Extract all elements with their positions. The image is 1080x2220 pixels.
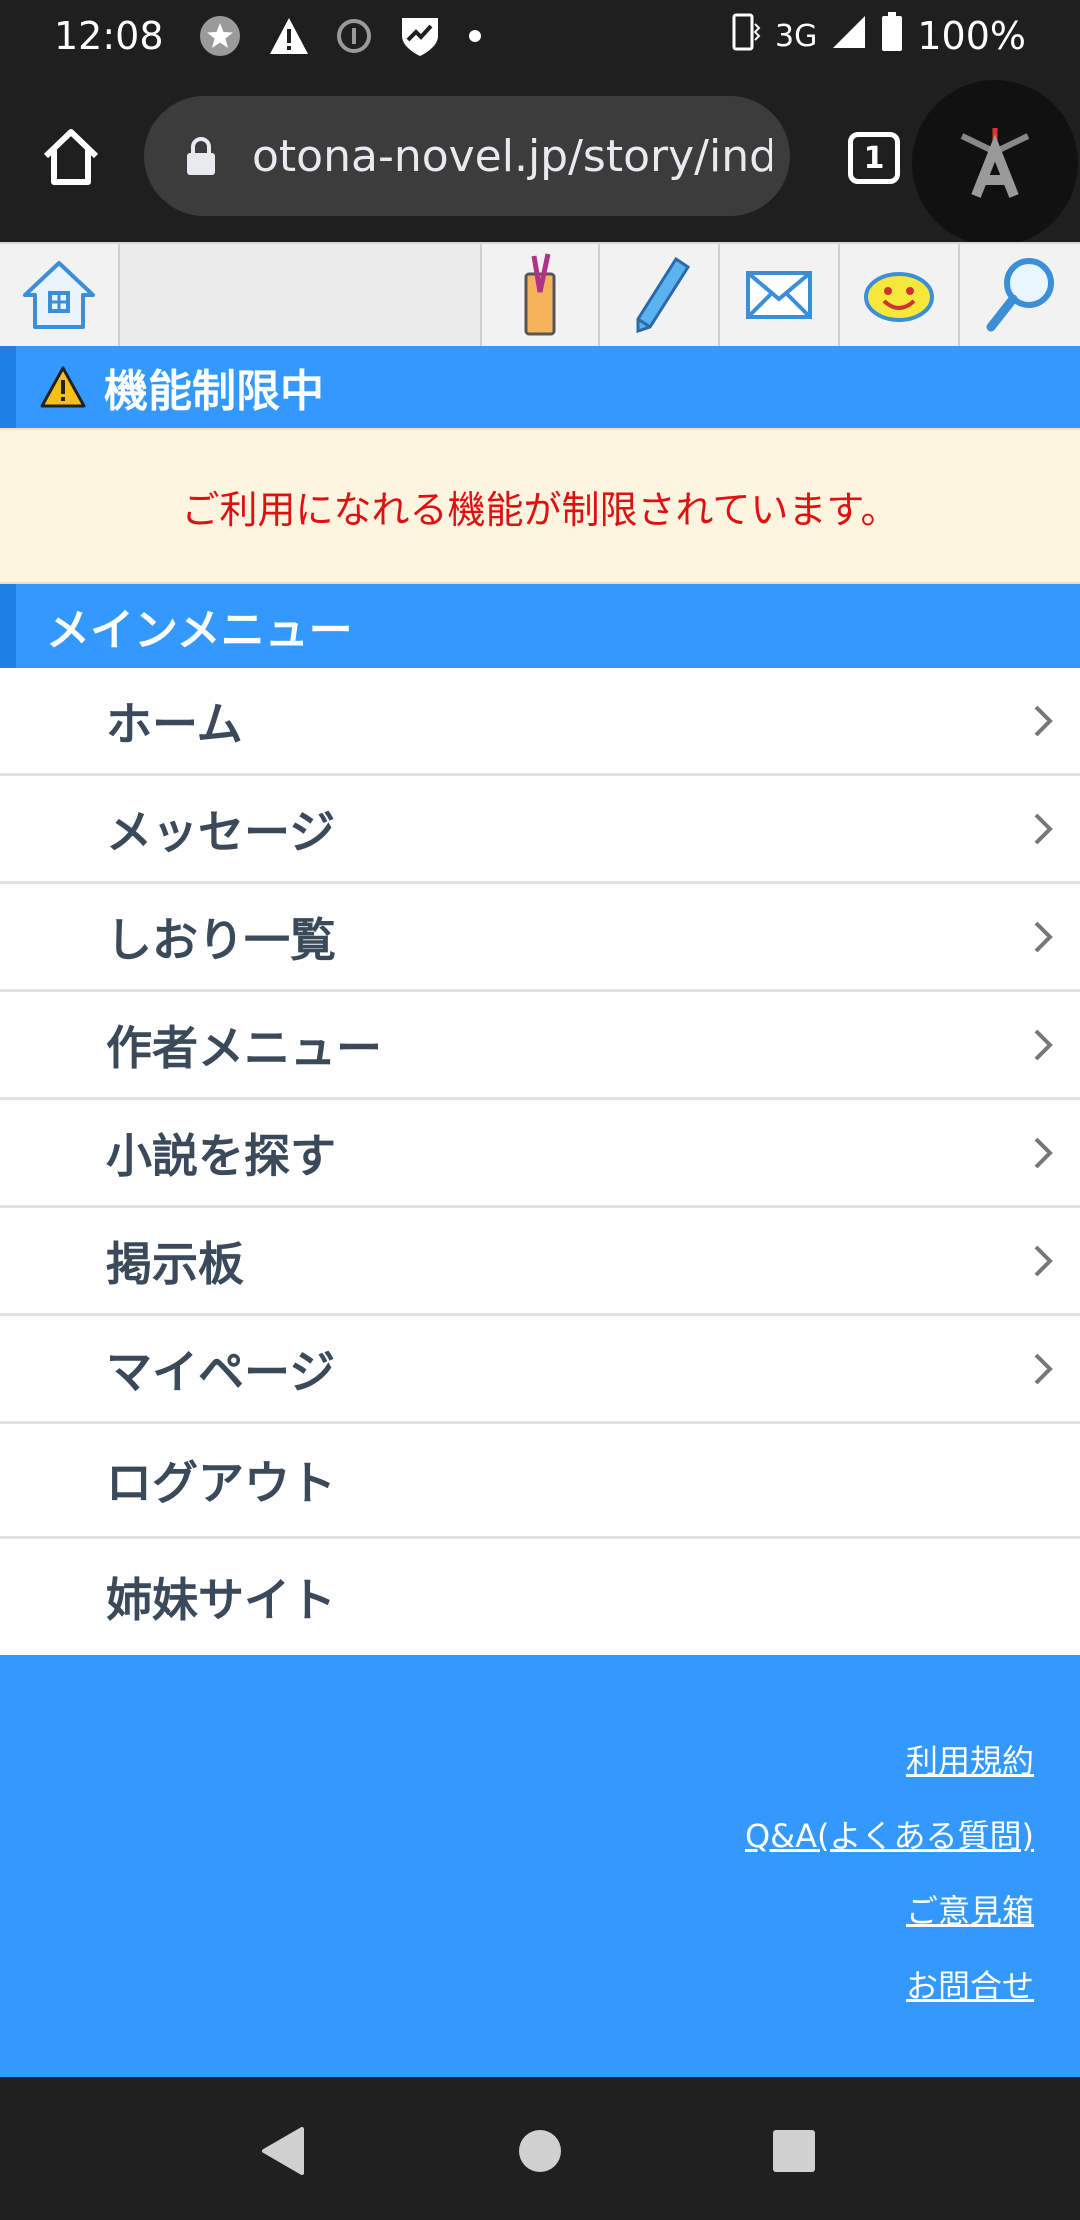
chevron-right-icon — [1032, 811, 1054, 847]
menu-item-label: 姉妹サイト — [106, 1572, 336, 1627]
network-type: 3G — [775, 18, 818, 54]
footer-link-feedback[interactable]: ご意見箱 — [906, 1889, 1034, 1964]
menu-item-find-novels[interactable]: 小説を探す — [0, 1100, 1080, 1208]
menu-item-label: 掲示板 — [106, 1236, 244, 1291]
chevron-right-icon — [1032, 1135, 1054, 1171]
bookmark-icon — [524, 253, 556, 336]
site-icon-toolbar — [0, 242, 1080, 346]
battery-percent: 100% — [917, 14, 1026, 58]
battery-icon — [881, 11, 903, 61]
shield-notification-icon — [398, 14, 442, 58]
home-circle-icon — [519, 2130, 561, 2172]
home-nav-button[interactable] — [510, 2121, 570, 2181]
main-menu-header: メインメニュー — [0, 584, 1080, 668]
pencil-icon — [636, 256, 691, 334]
translate-icon — [960, 128, 1030, 198]
tab-switcher-button[interactable]: 1 — [848, 132, 900, 184]
menu-item-label: 作者メニュー — [106, 1020, 382, 1075]
magnifier-icon — [986, 258, 1054, 332]
toolbar-home-button[interactable] — [0, 244, 120, 346]
chevron-right-icon — [1032, 1027, 1054, 1063]
address-bar[interactable]: otona-novel.jp/story/index — [144, 96, 790, 216]
translate-extension-button[interactable] — [912, 80, 1078, 246]
restriction-notice-header: 機能制限中 — [0, 346, 1080, 428]
chevron-right-icon — [1032, 919, 1054, 955]
smiley-icon — [864, 272, 934, 322]
toolbar-profile-button[interactable] — [840, 244, 960, 346]
home-icon — [43, 129, 99, 185]
main-menu-title: メインメニュー — [46, 605, 353, 656]
menu-item-label: メッセージ — [106, 804, 336, 859]
status-time: 12:08 — [54, 14, 164, 58]
warning-icon — [40, 366, 86, 408]
menu-item-logout[interactable]: ログアウト — [0, 1424, 1080, 1539]
signal-icon — [831, 14, 867, 59]
back-triangle-icon — [262, 2127, 304, 2175]
menu-item-sister-sites[interactable]: 姉妹サイト — [0, 1539, 1080, 1654]
site-footer: 利用規約 Q&A(よくある質問) ご意見箱 お問合せ — [0, 1655, 1080, 2077]
menu-item-label: しおり一覧 — [106, 912, 336, 967]
menu-item-label: ホーム — [106, 696, 243, 751]
footer-link-contact[interactable]: お問合せ — [906, 1964, 1034, 2039]
vibrate-icon — [731, 12, 761, 61]
warning-notification-icon — [268, 16, 310, 56]
restriction-notice-body: ご利用になれる機能が制限されています。 — [0, 428, 1080, 584]
browser-toolbar: otona-novel.jp/story/index 1 — [0, 72, 1080, 246]
footer-link-terms[interactable]: 利用規約 — [906, 1739, 1034, 1814]
house-icon — [23, 261, 95, 329]
info-notification-icon — [336, 18, 372, 54]
star-notification-icon — [198, 14, 242, 58]
menu-item-bulletin-board[interactable]: 掲示板 — [0, 1208, 1080, 1316]
toolbar-bookmark-button[interactable] — [482, 244, 600, 346]
menu-item-label: 小説を探す — [106, 1128, 336, 1183]
restriction-notice-title: 機能制限中 — [104, 366, 324, 417]
toolbar-search-button[interactable] — [960, 244, 1080, 346]
chevron-right-icon — [1032, 1351, 1054, 1387]
toolbar-write-button[interactable] — [600, 244, 720, 346]
url-text: otona-novel.jp/story/index — [252, 130, 772, 182]
mail-icon — [746, 271, 812, 319]
menu-item-author-menu[interactable]: 作者メニュー — [0, 992, 1080, 1100]
status-bar: 12:08 3G 100% — [0, 0, 1080, 72]
system-navigation-bar — [0, 2077, 1080, 2220]
back-button[interactable] — [252, 2121, 312, 2181]
dot-notification-icon — [468, 29, 482, 43]
menu-item-home[interactable]: ホーム — [0, 668, 1080, 776]
chevron-right-icon — [1032, 1243, 1054, 1279]
chevron-right-icon — [1032, 703, 1054, 739]
main-menu-list: ホーム メッセージ しおり一覧 作者メニュー 小説を探す 掲示板 マイページ ロ… — [0, 668, 1080, 1654]
toolbar-spacer — [120, 244, 482, 346]
restriction-notice-message: ご利用になれる機能が制限されています。 — [181, 487, 899, 532]
footer-link-faq[interactable]: Q&A(よくある質問) — [745, 1814, 1034, 1889]
menu-item-label: ログアウト — [106, 1456, 336, 1510]
toolbar-mail-button[interactable] — [720, 244, 840, 346]
recents-button[interactable] — [764, 2121, 824, 2181]
menu-item-my-page[interactable]: マイページ — [0, 1316, 1080, 1424]
menu-item-messages[interactable]: メッセージ — [0, 776, 1080, 884]
browser-home-button[interactable] — [38, 124, 104, 190]
menu-item-label: マイページ — [106, 1344, 336, 1399]
recents-square-icon — [773, 2130, 815, 2172]
lock-icon — [187, 137, 215, 175]
menu-item-bookmarks[interactable]: しおり一覧 — [0, 884, 1080, 992]
